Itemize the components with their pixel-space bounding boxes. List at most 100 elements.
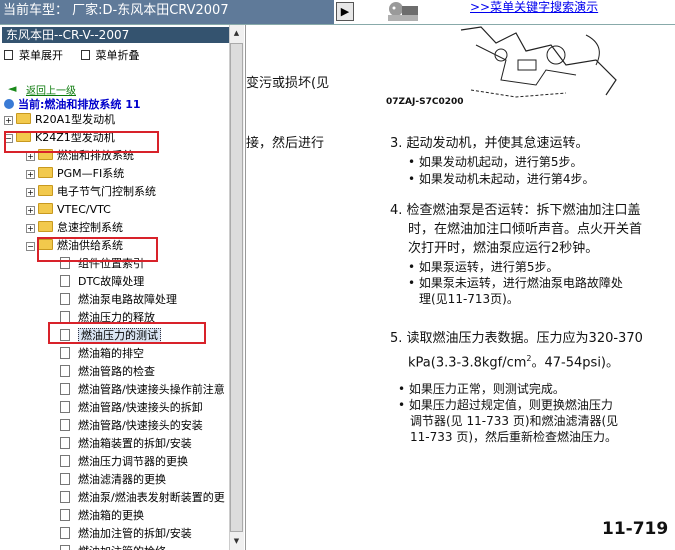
document-icon bbox=[60, 545, 70, 550]
expand-icon bbox=[4, 50, 13, 60]
tree-folder-item[interactable]: + PGM—FI系统 bbox=[26, 166, 124, 182]
tree-folder-item[interactable]: + R20A1型发动机 bbox=[4, 112, 116, 128]
vehicle-header: 当前车型： 厂家:D-东风本田CRV2007 bbox=[0, 0, 334, 24]
step-5-line-2-end: 。47-54psi)。 bbox=[531, 355, 619, 371]
step-4-bullet-1: • 如果泵运转，进行第5步。 bbox=[408, 260, 559, 274]
step-5-line-2-text: kPa(3.3-3.8kgf/cm bbox=[408, 355, 527, 371]
tree-item-label: 燃油管路/快速接头的安装 bbox=[78, 419, 203, 432]
tree-item-label: R20A1型发动机 bbox=[35, 113, 116, 126]
folder-icon bbox=[38, 185, 53, 196]
scroll-down-icon[interactable]: ▼ bbox=[230, 534, 243, 549]
tree-item-label: 燃油管路/快速接头操作前注意 bbox=[78, 383, 225, 396]
tree-doc-item[interactable]: 燃油加注管的拆卸/安装 bbox=[60, 526, 192, 542]
partial-text-2: 接，然后进行 bbox=[246, 136, 325, 151]
step-3-text: 起动发动机，并使其怠速运转。 bbox=[406, 136, 589, 151]
step-5: 5. 读取燃油压力表数据。压力应为320-370 bbox=[390, 329, 643, 348]
current-location: 当前:燃油和排放系统 11 bbox=[4, 96, 141, 112]
tree-doc-item[interactable]: DTC故障处理 bbox=[60, 274, 144, 290]
tree-doc-item[interactable]: 燃油泵电路故障处理 bbox=[60, 292, 177, 308]
tree-doc-item[interactable]: 燃油加注管的检修 bbox=[60, 544, 166, 550]
collapse-pane-button[interactable]: ▶ bbox=[336, 2, 354, 21]
collapse-node-icon[interactable]: − bbox=[26, 242, 35, 251]
expand-node-icon[interactable]: + bbox=[4, 116, 13, 125]
collapse-menu-label: 菜单折叠 bbox=[95, 49, 140, 62]
step-5-bullet-2-text: 如果压力超过规定值，则更换燃油压力 bbox=[408, 398, 613, 412]
tree-item-label: 怠速控制系统 bbox=[57, 221, 123, 234]
manual-page: 变污或损坏(见 接，然后进行 07ZAJ-S7C0200 3. 起动发动机，并使… bbox=[246, 25, 675, 550]
tree-folder-item[interactable]: + 电子节气门控制系统 bbox=[26, 184, 156, 200]
tree-item-label: VTEC/VTC bbox=[57, 203, 111, 216]
tree-doc-item[interactable]: 燃油箱的更换 bbox=[60, 508, 144, 524]
step-5-line-2: kPa(3.3-3.8kgf/cm2。47-54psi)。 bbox=[408, 349, 619, 372]
tree-doc-item[interactable]: 燃油箱的排空 bbox=[60, 346, 144, 362]
tree-doc-item[interactable]: 燃油管路/快速接头的安装 bbox=[60, 418, 203, 434]
expand-node-icon[interactable]: + bbox=[26, 170, 35, 179]
tree-item-label: 燃油箱的更换 bbox=[78, 509, 144, 522]
step-5-number: 5. bbox=[390, 331, 403, 346]
back-link[interactable]: 返回上一级 bbox=[26, 82, 76, 97]
step-4-line-1: 检查燃油泵是否运转：拆下燃油加注口盖 bbox=[406, 203, 641, 218]
collapse-icon bbox=[80, 50, 90, 60]
document-icon bbox=[60, 293, 70, 305]
highlight-box-fuel-supply bbox=[37, 237, 158, 262]
step-4-bullet-2-text: 如果泵未运转，进行燃油泵电路故障处 bbox=[418, 276, 623, 290]
mascot-logo-icon bbox=[380, 0, 428, 22]
tree-doc-item[interactable]: 燃油管路的检查 bbox=[60, 364, 155, 380]
step-4-line-2: 时，在燃油加注口倾听声音。点火开关首 bbox=[408, 222, 643, 237]
sidebar-title: 东风本田--CR-V--2007 bbox=[2, 27, 230, 43]
current-location-label: 当前:燃油和排放系统 11 bbox=[18, 98, 141, 111]
tree-doc-item[interactable]: 燃油泵/燃油表发射断装置的更 bbox=[60, 490, 225, 506]
highlight-box-engine bbox=[4, 131, 159, 153]
sidebar: 东风本田--CR-V--2007 菜单展开 菜单折叠 ◄ 返回上一级 当前:燃油… bbox=[0, 25, 246, 550]
tree-folder-item[interactable]: + 怠速控制系统 bbox=[26, 220, 123, 236]
tree-item-label: 燃油管路/快速接头的拆卸 bbox=[78, 401, 203, 414]
tree-item-label: 燃油管路的检查 bbox=[78, 365, 155, 378]
expand-menu-button[interactable]: 菜单展开 bbox=[4, 49, 63, 62]
document-icon bbox=[60, 365, 70, 377]
step-4-bullet-2-cont: 理(见11-713页)。 bbox=[419, 292, 519, 306]
document-icon bbox=[60, 383, 70, 395]
step-4-bullet-1-text: 如果泵运转，进行第5步。 bbox=[418, 260, 559, 274]
step-4: 4. 检查燃油泵是否运转：拆下燃油加注口盖 bbox=[390, 201, 641, 220]
step-5-bullet-2: • 如果压力超过规定值，则更换燃油压力 bbox=[398, 398, 613, 412]
tree-doc-item[interactable]: 燃油管路/快速接头操作前注意 bbox=[60, 382, 225, 398]
tree-item-label: 燃油泵/燃油表发射断装置的更 bbox=[78, 491, 225, 504]
expand-node-icon[interactable]: + bbox=[26, 152, 35, 161]
tree-item-label: 燃油压力调节器的更换 bbox=[78, 455, 188, 468]
back-arrow-icon: ◄ bbox=[8, 82, 17, 95]
globe-icon bbox=[4, 99, 14, 109]
tree-doc-item[interactable]: 燃油箱装置的拆卸/安装 bbox=[60, 436, 192, 452]
expand-node-icon[interactable]: + bbox=[26, 206, 35, 215]
tree-folder-item[interactable]: + VTEC/VTC bbox=[26, 202, 111, 218]
collapse-menu-button[interactable]: 菜单折叠 bbox=[80, 49, 140, 62]
tree-item-label: 燃油箱的排空 bbox=[78, 347, 144, 360]
document-icon bbox=[60, 401, 70, 413]
step-3: 3. 起动发动机，并使其怠速运转。 bbox=[390, 134, 589, 153]
scroll-up-icon[interactable]: ▲ bbox=[230, 26, 243, 41]
step-3-bullet-1: • 如果发动机起动，进行第5步。 bbox=[408, 155, 583, 169]
figure-code: 07ZAJ-S7C0200 bbox=[386, 97, 464, 107]
document-icon bbox=[60, 455, 70, 467]
document-icon bbox=[60, 491, 70, 503]
tree-item-label: 燃油加注管的检修 bbox=[78, 545, 166, 550]
step-5-bullet-1-text: 如果压力正常，则测试完成。 bbox=[408, 382, 565, 396]
search-demo-link[interactable]: >>菜单关键字搜索演示 bbox=[470, 0, 598, 15]
step-4-bullet-2: • 如果泵未运转，进行燃油泵电路故障处 bbox=[408, 276, 623, 290]
tree-doc-item[interactable]: 燃油滤清器的更换 bbox=[60, 472, 166, 488]
tree-doc-item[interactable]: 燃油压力调节器的更换 bbox=[60, 454, 188, 470]
folder-icon bbox=[38, 221, 53, 232]
tree-item-label: 电子节气门控制系统 bbox=[57, 185, 156, 198]
highlight-box-pressure-test bbox=[48, 322, 206, 344]
step-5-bullet-2-cont-1: 调节器(见 11-733 页)和燃油滤清器(见 bbox=[410, 414, 619, 428]
document-icon bbox=[60, 437, 70, 449]
page-number: 11-719 bbox=[602, 519, 669, 539]
expand-node-icon[interactable]: + bbox=[26, 188, 35, 197]
scrollbar-thumb[interactable] bbox=[230, 43, 243, 532]
step-3-bullet-1-text: 如果发动机起动，进行第5步。 bbox=[418, 155, 583, 169]
step-5-bullet-2-cont-2: 11-733 页)，然后重新检查燃油压力。 bbox=[410, 430, 618, 444]
expand-node-icon[interactable]: + bbox=[26, 224, 35, 233]
tree-doc-item[interactable]: 燃油管路/快速接头的拆卸 bbox=[60, 400, 203, 416]
tree-item-label: 燃油箱装置的拆卸/安装 bbox=[78, 437, 192, 450]
expand-menu-label: 菜单展开 bbox=[19, 49, 63, 62]
engine-diagram bbox=[460, 26, 617, 98]
